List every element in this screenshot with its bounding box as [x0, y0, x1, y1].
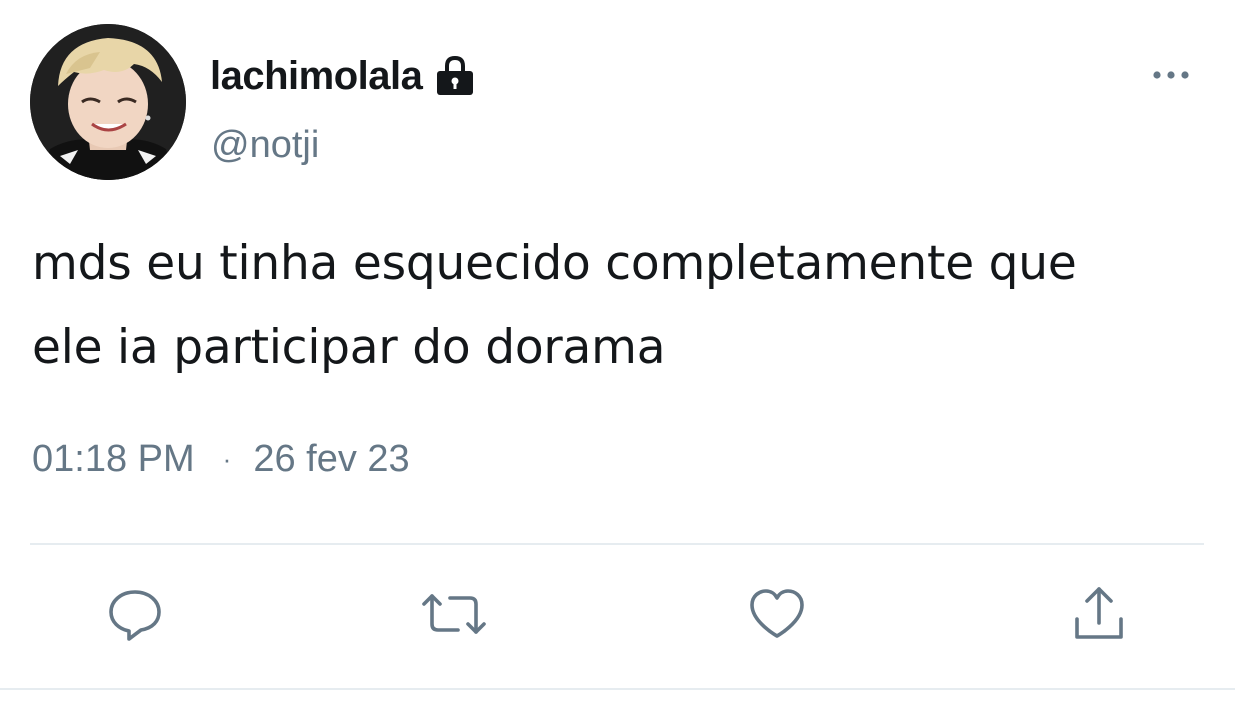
bottom-border [0, 688, 1235, 690]
tweet-time: 01:18 PM [32, 438, 195, 480]
share-icon [1069, 583, 1129, 649]
avatar[interactable] [30, 24, 186, 180]
reply-icon [105, 584, 165, 648]
retweet-button[interactable] [418, 580, 490, 652]
tweet-text: mds eu tinha esquecido completamente que… [32, 236, 1077, 375]
username[interactable]: @notji [211, 124, 319, 167]
like-icon [746, 584, 808, 648]
retweet-icon [418, 584, 490, 648]
reply-button[interactable] [99, 580, 171, 652]
meta-separator: · [222, 444, 232, 474]
action-bar [0, 580, 1235, 660]
divider [30, 543, 1204, 545]
like-button[interactable] [741, 580, 813, 652]
tweet-card: lachimolala @notji mds eu tinha esquecid… [0, 0, 1235, 708]
lock-icon [432, 53, 478, 99]
tweet-timestamp[interactable]: 01:18 PM · 26 fev 23 [32, 438, 410, 481]
display-name-row: lachimolala [210, 48, 478, 104]
share-button[interactable] [1063, 580, 1135, 652]
more-icon[interactable] [1148, 58, 1194, 92]
display-name[interactable]: lachimolala [210, 54, 423, 99]
tweet-date: 26 fev 23 [253, 438, 410, 480]
